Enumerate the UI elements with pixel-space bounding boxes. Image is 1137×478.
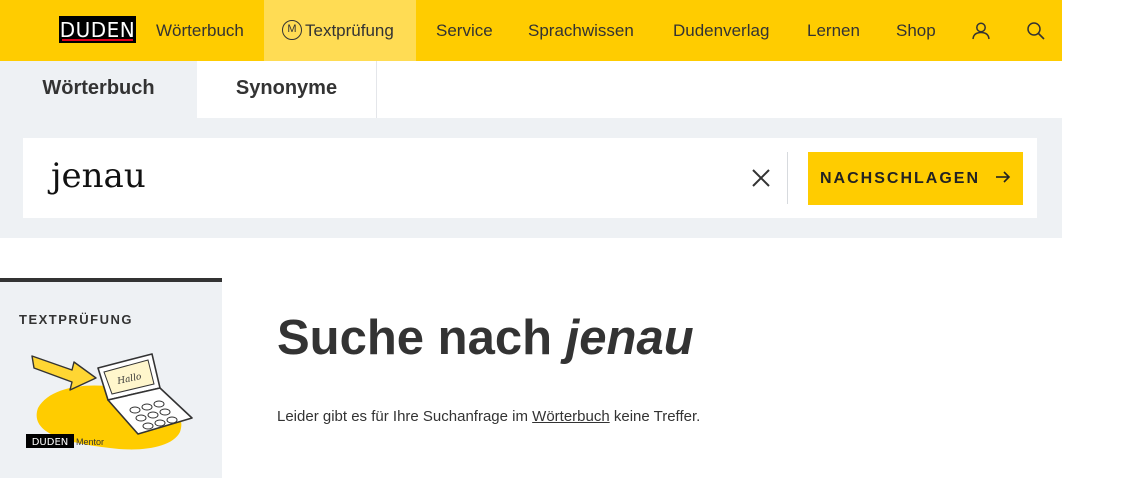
result-text-after: keine Treffer.: [613, 408, 701, 425]
promo-logo-duden: DUDEN: [32, 437, 69, 448]
result-query: jenau: [565, 311, 694, 365]
result-text-before: Leider gibt es für Ihre Suchanfrage im: [277, 408, 528, 425]
lookup-button[interactable]: NACHSCHLAGEN: [808, 152, 1023, 205]
search-input-value: jenau: [51, 156, 146, 196]
woerterbuch-link[interactable]: Wörterbuch: [532, 408, 610, 425]
nav-item-shop[interactable]: Shop: [896, 0, 936, 61]
duden-logo[interactable]: DUDEN: [59, 16, 136, 46]
search-region: jenau NACHSCHLAGEN: [0, 118, 1062, 238]
top-navigation: DUDEN Wörterbuch M Textprüfung Service Sp…: [0, 0, 1062, 61]
nav-item-textpruefung-label: Textprüfung: [305, 21, 394, 40]
search-divider: [787, 152, 788, 204]
promo-title: TEXTPRÜFUNG: [19, 312, 133, 327]
nav-item-textpruefung[interactable]: M Textprüfung: [282, 0, 394, 61]
nav-item-woerterbuch[interactable]: Wörterbuch: [156, 0, 244, 61]
result-message: Leider gibt es für Ihre Suchanfrage im W…: [277, 408, 700, 425]
nav-item-dudenverlag[interactable]: Dudenverlag: [673, 0, 769, 61]
close-icon[interactable]: [749, 166, 773, 190]
arrow-right-icon: [996, 171, 1011, 183]
tab-synonyme[interactable]: Synonyme: [197, 61, 377, 118]
promo-logo-mentor: Mentor: [76, 437, 104, 447]
logo-text: DUDEN: [59, 18, 136, 42]
mentor-badge-icon: M: [282, 19, 302, 40]
result-heading: Suche nach jenau: [277, 310, 694, 366]
textpruefung-promo[interactable]: TEXTPRÜFUNG Hallo DUDEN Mentor: [0, 278, 222, 478]
nav-item-lernen[interactable]: Lernen: [807, 0, 860, 61]
nav-item-sprachwissen[interactable]: Sprachwissen: [528, 0, 634, 61]
result-heading-prefix: Suche nach: [277, 311, 553, 365]
tab-woerterbuch[interactable]: Wörterbuch: [0, 61, 197, 118]
nav-item-service[interactable]: Service: [436, 0, 493, 61]
lookup-button-label: NACHSCHLAGEN: [820, 169, 980, 187]
search-icon[interactable]: [1025, 20, 1047, 42]
user-icon[interactable]: [970, 20, 992, 42]
search-input[interactable]: jenau NACHSCHLAGEN: [23, 138, 1037, 218]
duden-mentor-illustration: Hallo DUDEN Mentor: [26, 353, 193, 450]
